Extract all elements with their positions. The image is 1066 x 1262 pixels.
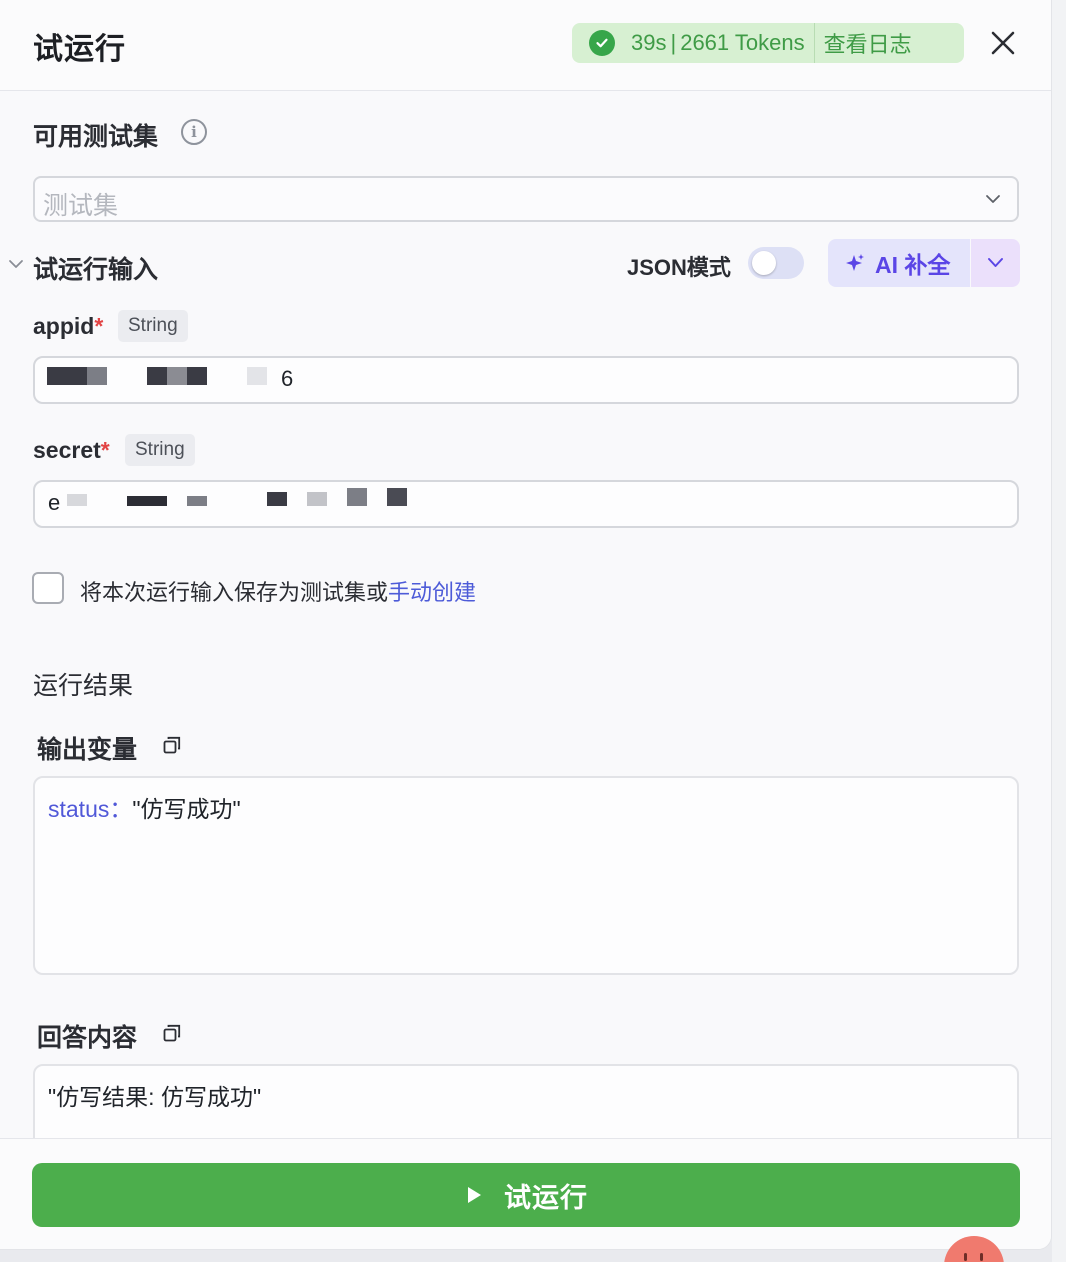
close-icon[interactable] xyxy=(988,28,1018,58)
panel-title: 试运行 xyxy=(33,33,126,66)
run-duration: 39s xyxy=(631,30,667,55)
collapse-chevron-icon[interactable] xyxy=(8,257,24,271)
required-star: * xyxy=(94,313,104,339)
output-var-value: "仿写成功" xyxy=(132,796,241,822)
copy-icon[interactable] xyxy=(163,736,181,754)
answer-label: 回答内容 xyxy=(37,1024,138,1052)
secret-input[interactable]: e xyxy=(33,480,1019,528)
appid-value: 6 xyxy=(281,366,294,391)
avatar-eye xyxy=(964,1253,967,1261)
secret-value: e xyxy=(48,490,61,515)
view-log-link[interactable]: 查看日志 xyxy=(824,27,912,59)
run-stats: 39s | 2661 Tokens xyxy=(631,30,805,56)
appid-input[interactable]: 6 xyxy=(33,356,1019,404)
stats-separator: | xyxy=(670,30,677,55)
avatar-eye xyxy=(980,1253,983,1261)
appid-name: appid xyxy=(33,313,95,339)
redacted-block xyxy=(127,496,167,506)
success-check-icon xyxy=(589,30,615,56)
ai-complete-button[interactable]: AI 补全 xyxy=(828,239,970,287)
run-status-badge: 39s | 2661 Tokens 查看日志 xyxy=(572,23,964,63)
appid-label: appid* xyxy=(33,313,103,340)
ai-complete-label: AI 补全 xyxy=(875,252,951,278)
chevron-down-icon xyxy=(988,258,1003,267)
answer-text: "仿写结果: 仿写成功" xyxy=(48,1084,262,1110)
redacted-block xyxy=(387,488,407,506)
save-text: 将本次运行输入保存为测试集或 xyxy=(80,580,389,605)
redacted-block xyxy=(307,492,327,506)
test-set-placeholder: 测试集 xyxy=(43,192,119,220)
redacted-block xyxy=(167,367,187,385)
chevron-down-icon xyxy=(985,191,1001,207)
output-vars-box: status："仿写成功" xyxy=(33,776,1019,975)
info-icon[interactable]: i xyxy=(181,119,207,145)
test-run-button[interactable]: 试运行 xyxy=(32,1163,1020,1227)
result-section-title: 运行结果 xyxy=(33,672,134,700)
test-set-label: 可用测试集 xyxy=(33,123,159,151)
redacted-block xyxy=(247,367,267,385)
save-as-test-set-label: 将本次运行输入保存为测试集或手动创建 xyxy=(80,575,476,607)
save-as-test-set-checkbox[interactable] xyxy=(32,572,64,604)
appid-type-tag: String xyxy=(118,310,188,342)
ai-complete-dropdown[interactable] xyxy=(971,239,1020,287)
sparkle-icon xyxy=(844,252,866,274)
secret-name: secret xyxy=(33,437,101,463)
output-var-colon: ： xyxy=(109,796,133,822)
redacted-block xyxy=(187,496,207,506)
output-var-key: status xyxy=(48,796,110,822)
test-run-panel: 试运行 39s | 2661 Tokens 查看日志 可用测试集 i 测试集 试运行… xyxy=(0,0,1052,1250)
toggle-knob xyxy=(752,251,776,275)
manual-create-link[interactable]: 手动创建 xyxy=(388,580,476,605)
secret-label: secret* xyxy=(33,437,110,464)
redacted-block xyxy=(267,492,287,506)
redacted-block xyxy=(67,494,87,506)
output-var-row: status："仿写成功" xyxy=(48,790,241,824)
play-icon xyxy=(464,1185,484,1205)
output-vars-label: 输出变量 xyxy=(37,736,138,764)
test-run-label: 试运行 xyxy=(504,1182,588,1213)
window-edge xyxy=(1052,0,1066,1262)
redacted-block xyxy=(347,488,367,506)
redacted-block xyxy=(87,367,107,385)
run-tokens: 2661 Tokens xyxy=(680,30,805,55)
json-mode-label: JSON模式 xyxy=(627,255,731,280)
json-mode-toggle[interactable] xyxy=(748,247,804,279)
panel-header: 试运行 39s | 2661 Tokens 查看日志 xyxy=(0,0,1051,91)
required-star: * xyxy=(100,437,110,463)
secret-type-tag: String xyxy=(125,434,195,466)
copy-icon[interactable] xyxy=(163,1024,181,1042)
panel-footer: 试运行 xyxy=(0,1138,1051,1249)
status-divider xyxy=(813,23,815,63)
test-set-select[interactable]: 测试集 xyxy=(33,176,1019,222)
input-section-title: 试运行输入 xyxy=(33,256,159,284)
